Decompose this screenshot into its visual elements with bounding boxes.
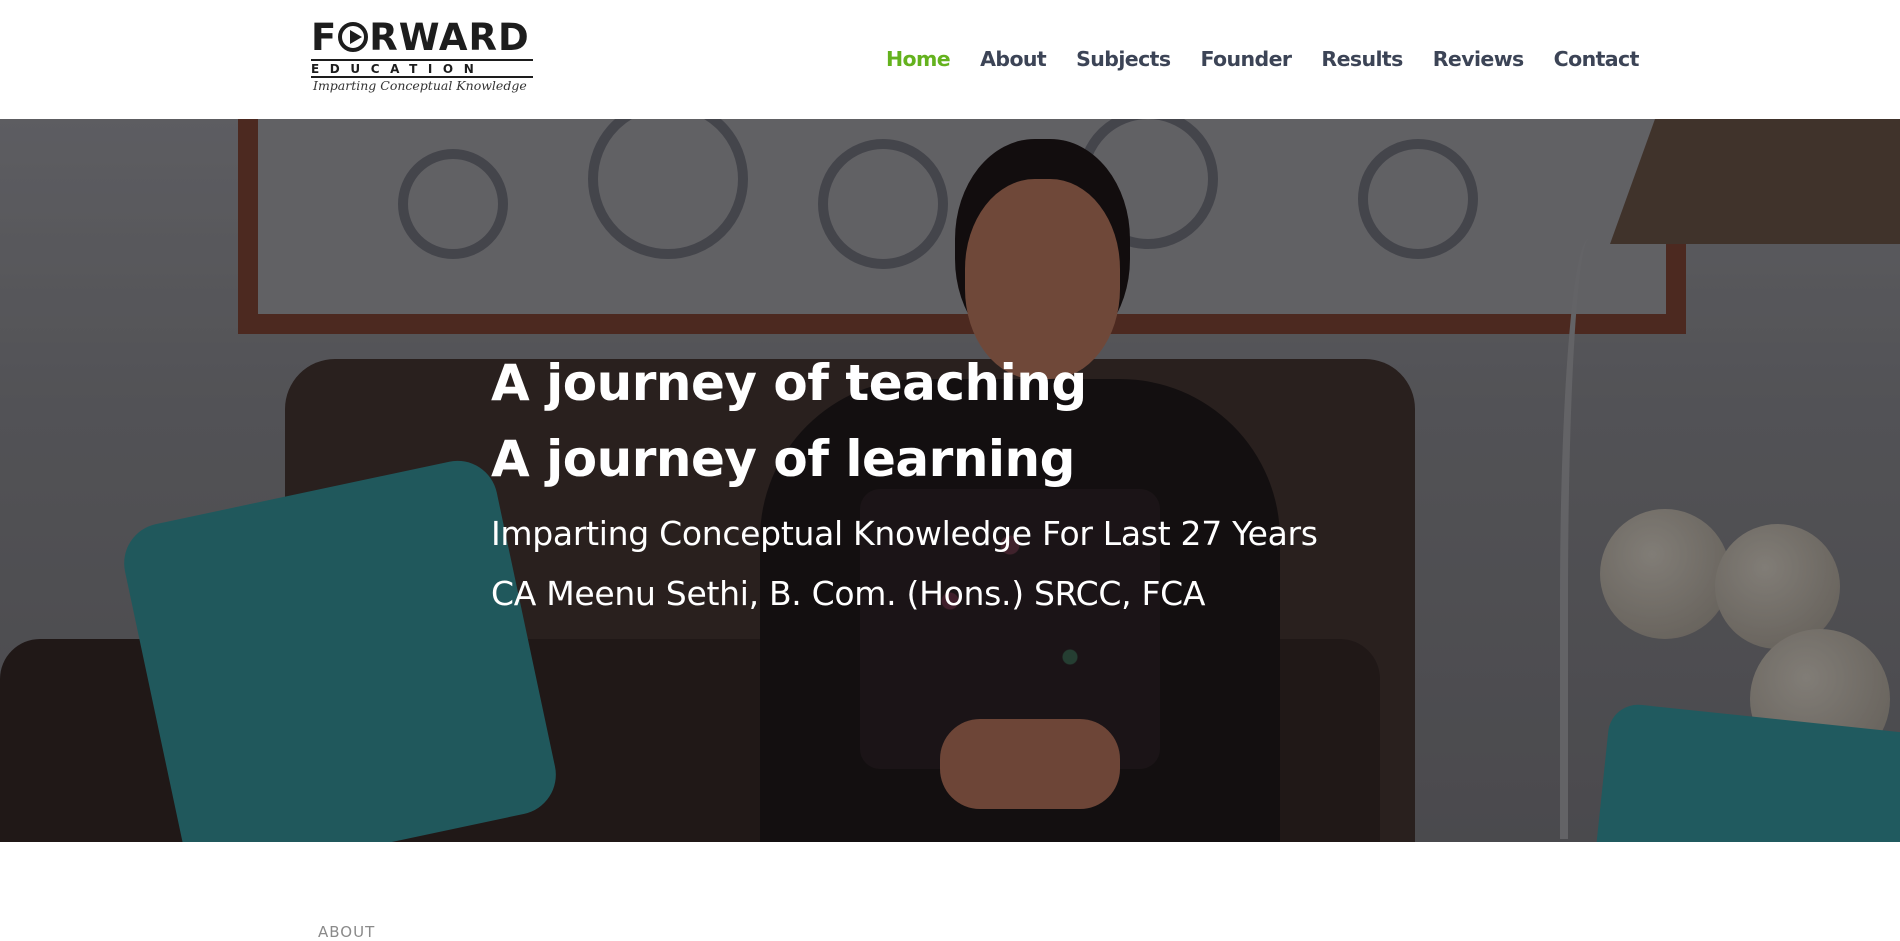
logo-subtitle: EDUCATION <box>311 62 485 76</box>
hero-title-line-2: A journey of learning <box>491 430 1075 488</box>
main-nav: Home About Subjects Founder Results Revi… <box>886 44 1639 74</box>
nav-item-contact[interactable]: Contact <box>1554 44 1640 74</box>
nav-item-results[interactable]: Results <box>1321 44 1403 74</box>
nav-item-subjects[interactable]: Subjects <box>1076 44 1171 74</box>
hero-text-block: A journey of teaching A journey of learn… <box>491 345 1491 617</box>
logo-wordmark: F RWARD <box>311 16 530 59</box>
site-header: F RWARD EDUCATION Imparting Conceptual Kn… <box>0 0 1900 119</box>
nav-item-reviews[interactable]: Reviews <box>1433 44 1525 74</box>
nav-item-about[interactable]: About <box>980 44 1047 74</box>
forward-education-logo[interactable]: F RWARD EDUCATION Imparting Conceptual Kn… <box>311 18 535 98</box>
hero-credentials: CA Meenu Sethi, B. Com. (Hons.) SRCC, FC… <box>491 574 1206 613</box>
nav-item-home[interactable]: Home <box>886 44 951 74</box>
play-icon <box>338 22 369 52</box>
logo-tagline: Imparting Conceptual Knowledge <box>313 78 527 93</box>
hero-subtitle: Imparting Conceptual Knowledge For Last … <box>491 514 1318 553</box>
about-section-label: ABOUT <box>318 923 376 941</box>
hero-title-line-1: A journey of teaching <box>491 354 1087 412</box>
hero-banner: A journey of teaching A journey of learn… <box>0 119 1900 842</box>
nav-item-founder[interactable]: Founder <box>1200 44 1292 74</box>
